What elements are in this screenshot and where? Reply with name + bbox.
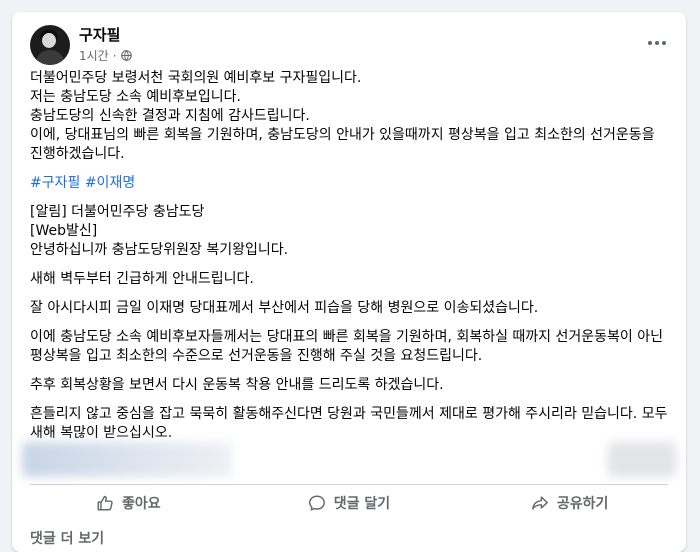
post-timestamp[interactable]: 1시간	[79, 47, 109, 64]
view-more-comments-link[interactable]: 댓글 더 보기	[30, 528, 104, 548]
post-line: 이에, 당대표님의 빠른 회복을 기원하며, 충남도당의 안내가 있을때까지 평…	[30, 127, 660, 162]
thumbs-up-icon	[97, 495, 113, 511]
link-preview-blurred	[22, 442, 232, 477]
reaction-summary-blurred	[608, 442, 676, 477]
post-header: 구자필 1시간 ·	[30, 24, 132, 66]
post-subline: 1시간 ·	[79, 47, 132, 64]
post-meta: 구자필 1시간 ·	[79, 26, 132, 64]
globe-icon[interactable]	[120, 50, 132, 61]
more-options-button[interactable]	[642, 30, 672, 56]
hashtag-link[interactable]: #이재명	[85, 175, 135, 191]
post-line: 저는 충남도당 소속 예비후보입니다.	[30, 89, 241, 105]
share-label: 공유하기	[556, 496, 609, 512]
share-button[interactable]: 공유하기	[459, 486, 680, 520]
notice-line: 추후 회복상황을 보면서 다시 운동복 착용 안내를 드리도록 하겠습니다.	[30, 377, 444, 393]
notice-line: 잘 아시다시피 금일 이재명 당대표께서 부산에서 피습을 당해 병원으로 이송…	[30, 300, 539, 316]
like-button[interactable]: 좋아요	[18, 486, 239, 520]
notice-line: 새해 벽두부터 긴급하게 안내드립니다.	[30, 271, 254, 287]
author-avatar[interactable]	[30, 25, 70, 65]
post-card: 구자필 1시간 · 더불어민주당 보령서천 국회의원 예비후보 구자필입니다. …	[12, 12, 686, 552]
comment-button[interactable]: 댓글 달기	[239, 486, 460, 520]
notice-line: 흔들리지 않고 중심을 잡고 묵묵히 활동해주신다면 당원과 국민들께서 제대로…	[30, 406, 672, 441]
post-line: 더불어민주당 보령서천 국회의원 예비후보 구자필입니다.	[30, 70, 362, 86]
hashtag-link[interactable]: #구자필	[30, 175, 80, 191]
comment-label: 댓글 달기	[333, 496, 391, 512]
post-line: 충남도당의 신속한 결정과 지침에 감사드립니다.	[30, 108, 310, 124]
notice-line: 안녕하십니까 충남도당위원장 복기왕입니다.	[30, 242, 289, 258]
more-horizontal-icon	[648, 41, 652, 45]
notice-line: [Web발신]	[30, 223, 98, 239]
speech-bubble-icon	[308, 495, 325, 511]
post-content: 더불어민주당 보령서천 국회의원 예비후보 구자필입니다. 저는 충남도당 소속…	[30, 69, 670, 443]
action-divider	[30, 484, 668, 485]
notice-line: [알림] 더불어민주당 충남도당	[30, 204, 205, 220]
separator-dot: ·	[112, 48, 117, 63]
like-label: 좋아요	[122, 496, 161, 512]
hashtag-line: #구자필 #이재명	[30, 174, 670, 193]
action-bar: 좋아요 댓글 달기 공유하기	[18, 486, 680, 520]
author-name[interactable]: 구자필	[79, 26, 132, 45]
notice-line: 이에 충남도당 소속 예비후보자들께서는 당대표의 빠른 회복을 기원하며, 회…	[30, 329, 668, 364]
share-arrow-icon	[531, 496, 548, 510]
